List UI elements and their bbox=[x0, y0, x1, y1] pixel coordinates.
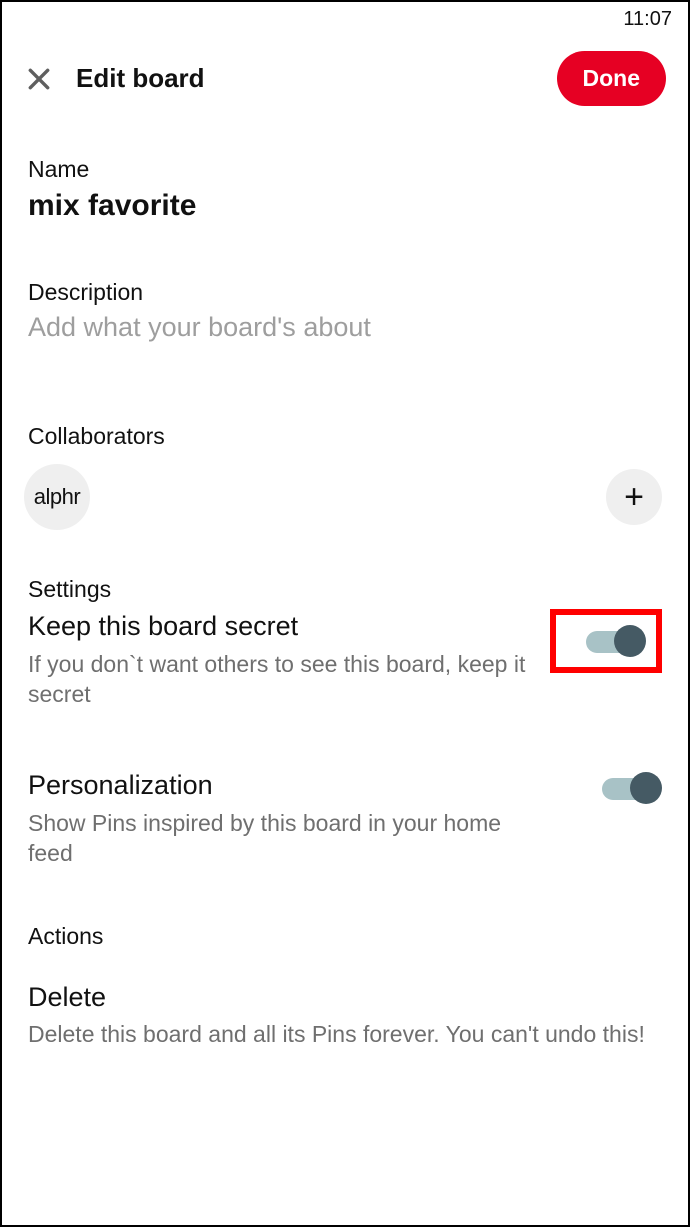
highlight-annotation bbox=[550, 609, 662, 673]
delete-desc: Delete this board and all its Pins forev… bbox=[28, 1021, 662, 1048]
actions-label: Actions bbox=[28, 923, 662, 950]
settings-label: Settings bbox=[28, 576, 662, 603]
secret-toggle-title: Keep this board secret bbox=[28, 611, 528, 642]
description-input[interactable]: Add what your board's about bbox=[28, 312, 662, 343]
add-collaborator-button[interactable]: + bbox=[606, 469, 662, 525]
collaborator-avatar[interactable]: alphr bbox=[24, 464, 90, 530]
board-name-input[interactable]: mix favorite bbox=[28, 189, 662, 223]
name-label: Name bbox=[28, 156, 662, 183]
header: Edit board Done bbox=[2, 31, 688, 116]
plus-icon: + bbox=[624, 478, 644, 517]
close-icon[interactable] bbox=[24, 64, 54, 94]
description-label: Description bbox=[28, 279, 662, 306]
secret-toggle[interactable] bbox=[584, 623, 646, 659]
personalization-desc: Show Pins inspired by this board in your… bbox=[28, 809, 528, 869]
status-bar: 11:07 bbox=[2, 2, 688, 31]
page-title: Edit board bbox=[76, 63, 557, 94]
collaborators-label: Collaborators bbox=[28, 423, 662, 450]
delete-button[interactable]: Delete bbox=[28, 982, 662, 1013]
personalization-toggle[interactable] bbox=[600, 770, 662, 806]
secret-toggle-desc: If you don`t want others to see this boa… bbox=[28, 650, 528, 710]
status-time: 11:07 bbox=[623, 8, 672, 30]
personalization-title: Personalization bbox=[28, 770, 528, 801]
done-button[interactable]: Done bbox=[557, 51, 667, 106]
